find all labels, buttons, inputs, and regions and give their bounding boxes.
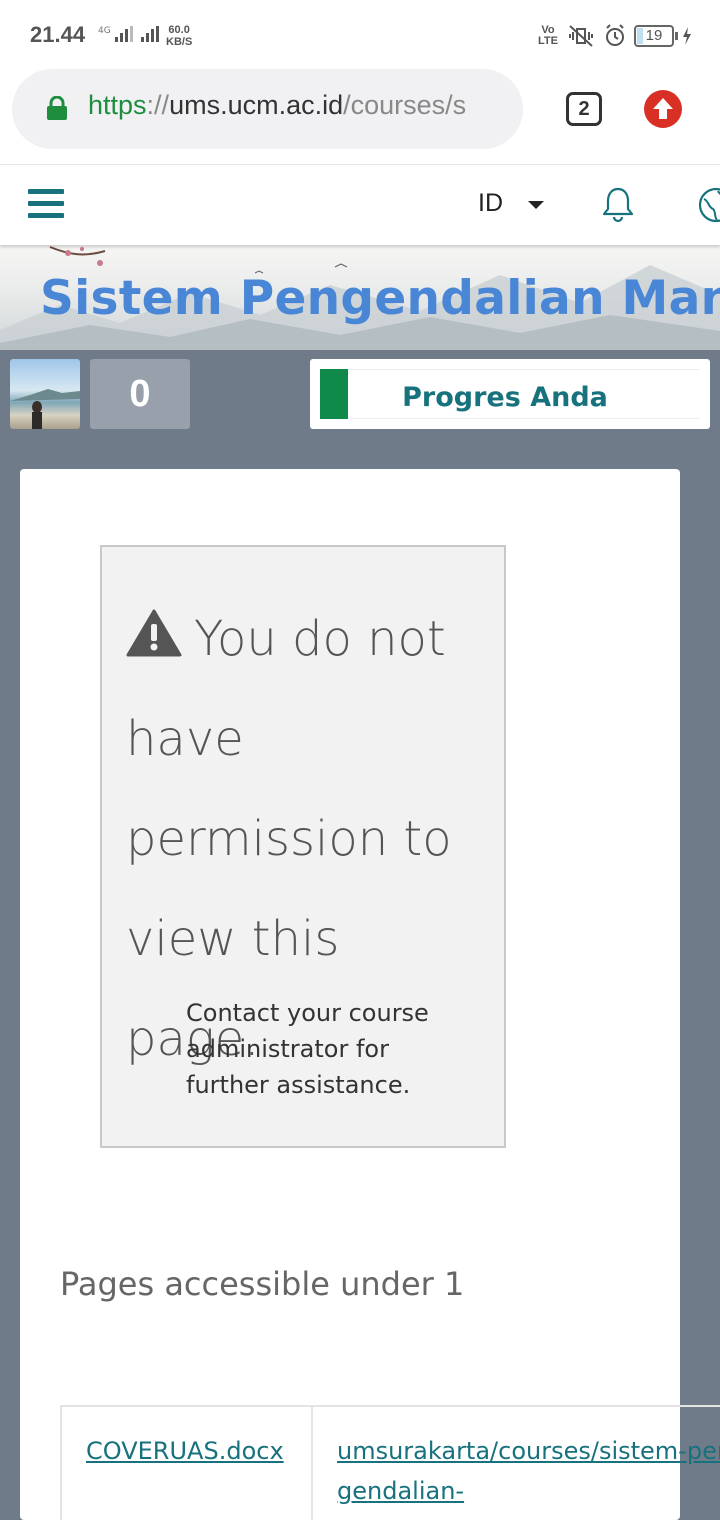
path-cell: umsurakarta/courses/sistem-pengendalian-	[313, 1407, 720, 1520]
file-cell: COVERUAS.docx	[62, 1407, 313, 1520]
network-speed: 60.0 KB/S	[166, 24, 192, 48]
alarm-icon	[606, 24, 624, 46]
arrow-up-icon	[653, 98, 673, 119]
volte-bottom-label: LTE	[538, 35, 558, 47]
signal-indicators: 4G	[98, 26, 165, 42]
tab-switcher-button[interactable]: 2	[566, 92, 602, 126]
volte-icon: Vo LTE	[538, 25, 558, 47]
vibrate-icon	[569, 25, 593, 47]
bell-icon[interactable]	[600, 185, 636, 223]
url-text: https://ums.ucm.ac.id/courses/s	[88, 90, 466, 121]
progress-fill	[320, 369, 348, 419]
browser-toolbar: https://ums.ucm.ac.id/courses/s 2	[0, 69, 720, 165]
progress-widget[interactable]: Progres Anda	[310, 359, 710, 429]
permission-warning-box: You do not have permission to view this …	[100, 545, 506, 1148]
battery-icon: 19	[634, 25, 678, 47]
warning-subtitle: Contact your course administrator for fu…	[186, 999, 429, 1099]
course-title: Sistem Pengendalian Manaje	[40, 271, 720, 326]
network-speed-unit: KB/S	[166, 36, 193, 48]
site-navbar: ID	[0, 165, 720, 245]
address-bar[interactable]: https://ums.ucm.ac.id/courses/s	[12, 69, 523, 149]
path-link[interactable]: umsurakarta/courses/sistem-pengendalian-	[337, 1431, 720, 1511]
charging-icon	[683, 27, 691, 45]
network-speed-value: 60.0	[168, 24, 190, 36]
status-time: 21.44	[30, 22, 86, 47]
chevron-down-icon[interactable]	[528, 201, 544, 209]
avatar-photo	[10, 389, 80, 429]
content-card: You do not have permission to view this …	[20, 469, 720, 1520]
url-path: /courses/s	[343, 90, 467, 120]
user-info-bar: 0 Progres Anda	[0, 350, 720, 440]
network-type-label: 4G	[98, 26, 111, 36]
hamburger-menu-icon[interactable]	[28, 189, 64, 221]
signal-strength-icon	[114, 26, 133, 42]
points-counter[interactable]: 0	[90, 359, 190, 429]
language-selector[interactable]: ID	[478, 189, 503, 218]
warning-triangle-icon	[126, 609, 182, 657]
avatar[interactable]	[10, 359, 80, 429]
lock-icon	[47, 96, 67, 120]
pages-heading: Pages accessible under 1	[60, 1265, 465, 1303]
globe-icon[interactable]	[696, 185, 720, 225]
signal-strength-icon-2	[140, 26, 159, 42]
url-scheme: https	[88, 90, 147, 120]
url-separator: ://	[146, 90, 170, 120]
course-banner: Sistem Pengendalian Manaje	[0, 245, 720, 350]
file-link[interactable]: COVERUAS.docx	[86, 1431, 284, 1471]
url-fade	[499, 69, 523, 149]
status-bar: 21.44 4G 60.0 KB/S Vo LTE 19	[0, 0, 720, 72]
status-right-icons: Vo LTE 19	[538, 24, 692, 48]
url-host: ums.ucm.ac.id	[169, 90, 344, 120]
progress-label: Progres Anda	[402, 382, 608, 413]
update-icon[interactable]	[644, 90, 682, 128]
pages-table: COVERUAS.docx umsurakarta/courses/sistem…	[60, 1405, 720, 1520]
